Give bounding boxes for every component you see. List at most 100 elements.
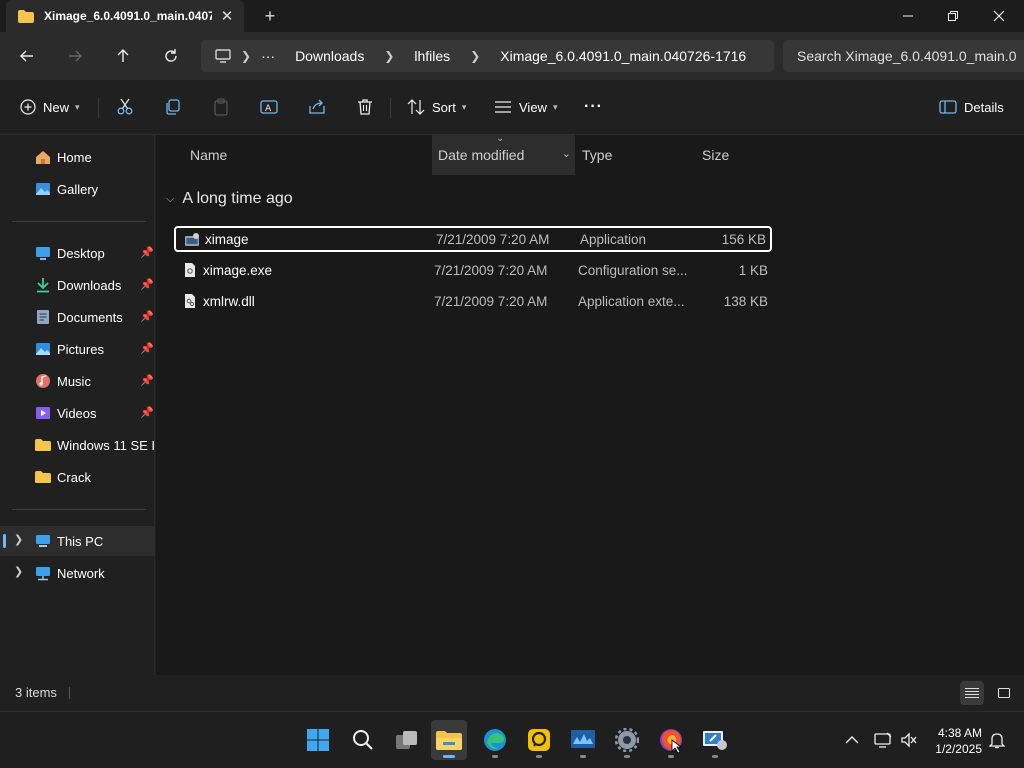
details-view-button[interactable] <box>960 681 984 705</box>
download-icon <box>37 278 49 293</box>
sidebar-item-music[interactable]: Music 📌 <box>0 366 155 396</box>
sort-button[interactable]: Sort ▾ <box>407 94 466 120</box>
sidebar-item-crack[interactable]: Crack <box>0 462 155 492</box>
start-button[interactable] <box>300 720 336 760</box>
more-options-button[interactable]: ··· <box>584 94 603 120</box>
sidebar-item-home[interactable]: Home <box>0 142 155 172</box>
sidebar-item-label: Downloads <box>57 277 122 293</box>
file-row-ximage[interactable]: ximage 7/21/2009 7:20 AM Application 156… <box>174 226 772 252</box>
rename-button[interactable]: A <box>260 94 278 120</box>
breadcrumb-overflow[interactable]: ··· <box>261 48 275 64</box>
notifications-button[interactable] <box>986 720 1008 760</box>
sidebar-item-pictures[interactable]: Pictures 📌 <box>0 334 155 364</box>
firefox-icon <box>660 729 683 753</box>
sidebar-item-label: Documents <box>57 309 123 325</box>
chevron-right-icon[interactable]: ❯ <box>14 533 23 546</box>
gallery-icon <box>36 183 50 195</box>
running-indicator <box>443 755 455 758</box>
share-button[interactable] <box>308 94 326 120</box>
column-header-type[interactable]: Type <box>582 135 692 175</box>
divider <box>12 221 146 222</box>
file-size: 156 KB <box>721 231 766 247</box>
taskbar-search-button[interactable] <box>345 720 381 760</box>
cut-button[interactable] <box>116 94 134 120</box>
taskbar-settings[interactable] <box>609 720 645 760</box>
file-row-xmlrw-dll[interactable]: xmlrw.dll 7/21/2009 7:20 AM Application … <box>174 288 772 314</box>
delete-button[interactable] <box>356 94 374 120</box>
clock-date: 1/2/2025 <box>935 742 982 756</box>
chevron-up-icon <box>845 736 859 744</box>
chevron-down-icon: ▾ <box>552 101 558 112</box>
file-list: Name Date modified ⌄ ⌄ Type Size ⌵ A lon… <box>156 133 1024 675</box>
sidebar-item-documents[interactable]: Documents 📌 <box>0 302 155 332</box>
show-hidden-icons-button[interactable] <box>840 720 864 760</box>
documents-icon <box>37 310 49 324</box>
new-button[interactable]: New ▾ <box>20 94 80 120</box>
tiles-view-button[interactable] <box>992 681 1016 705</box>
minimize-icon <box>903 15 913 17</box>
sidebar-item-this-pc[interactable]: ❯ This PC <box>0 526 155 556</box>
breadcrumb-lhfiles[interactable]: lhfiles <box>414 48 450 64</box>
sidebar-item-windows-11-se[interactable]: Windows 11 SE Ins <box>0 430 155 460</box>
taskbar-remote-app[interactable] <box>697 720 733 760</box>
close-tab-icon[interactable]: ✕ <box>218 7 236 25</box>
system-clock[interactable]: 4:38 AM 1/2/2025 <box>926 725 982 757</box>
refresh-icon <box>165 49 177 62</box>
music-icon <box>36 374 50 388</box>
tab-current[interactable]: Ximage_6.0.4091.0_main.0407 ✕ <box>6 0 244 32</box>
column-header-date-modified[interactable]: Date modified ⌄ ⌄ <box>432 133 575 175</box>
divider <box>12 509 146 510</box>
pin-icon: 📌 <box>140 311 154 323</box>
sidebar-item-gallery[interactable]: Gallery <box>0 174 155 204</box>
taskbar-resource-monitor[interactable] <box>565 720 601 760</box>
refresh-button[interactable] <box>159 44 183 68</box>
sidebar-item-network[interactable]: ❯ Network <box>0 558 155 588</box>
sidebar-item-label: Crack <box>57 469 91 485</box>
paste-button[interactable] <box>212 94 230 120</box>
file-explorer-icon <box>436 731 462 750</box>
navigation-pane: Home Gallery Desktop 📌 Downloads 📌 Docum… <box>0 135 155 675</box>
tray-volume-button[interactable] <box>898 720 920 760</box>
taskbar-edge[interactable] <box>477 720 513 760</box>
share-icon <box>309 99 325 114</box>
sidebar-item-downloads[interactable]: Downloads 📌 <box>0 270 155 300</box>
taskbar-firefox[interactable] <box>653 720 689 760</box>
forward-button[interactable] <box>63 44 87 68</box>
address-bar[interactable]: ❯ ··· Downloads ❯ lhfiles ❯ Ximage_6.0.4… <box>201 40 774 72</box>
breadcrumb-downloads[interactable]: Downloads <box>295 48 364 64</box>
sidebar-item-label: Gallery <box>57 181 99 197</box>
breadcrumb-current-folder[interactable]: Ximage_6.0.4091.0_main.040726-1716 <box>500 48 746 64</box>
copy-button[interactable] <box>164 94 182 120</box>
search-input[interactable]: Search Ximage_6.0.4091.0_main.0 <box>783 40 1024 72</box>
minimize-button[interactable] <box>885 0 931 32</box>
up-button[interactable] <box>111 44 135 68</box>
chevron-right-icon[interactable]: ❯ <box>14 565 23 578</box>
taskbar-app-yellow[interactable] <box>521 720 557 760</box>
group-header[interactable]: ⌵ A long time ago <box>166 190 293 208</box>
column-header-size[interactable]: Size <box>702 135 782 175</box>
back-button[interactable] <box>15 44 39 68</box>
sidebar-item-label: Videos <box>57 405 97 421</box>
trash-icon <box>358 99 372 115</box>
windows-logo-icon <box>307 729 329 751</box>
folder-icon <box>35 439 51 451</box>
file-row-ximage-exe[interactable]: ximage.exe 7/21/2009 7:20 AM Configurati… <box>174 257 772 283</box>
sort-icon <box>407 99 425 115</box>
close-window-button[interactable] <box>976 0 1022 32</box>
chevron-down-icon[interactable]: ⌄ <box>562 147 571 160</box>
sidebar-item-label: Music <box>57 373 91 389</box>
sidebar-item-desktop[interactable]: Desktop 📌 <box>0 238 155 268</box>
sidebar-item-videos[interactable]: Videos 📌 <box>0 398 155 428</box>
details-pane-button[interactable]: Details <box>939 94 1004 120</box>
column-header-label: Date modified <box>438 147 525 163</box>
new-tab-button[interactable]: + <box>260 6 280 26</box>
task-view-button[interactable] <box>389 720 425 760</box>
tray-network-button[interactable] <box>872 720 894 760</box>
rename-icon: A <box>260 100 278 114</box>
taskbar-file-explorer[interactable] <box>431 720 467 760</box>
maximize-button[interactable] <box>930 0 976 32</box>
sort-descending-icon: ⌄ <box>496 133 505 144</box>
pin-icon: 📌 <box>140 279 154 291</box>
view-button[interactable]: View ▾ <box>494 94 557 120</box>
column-header-name[interactable]: Name <box>190 135 320 175</box>
